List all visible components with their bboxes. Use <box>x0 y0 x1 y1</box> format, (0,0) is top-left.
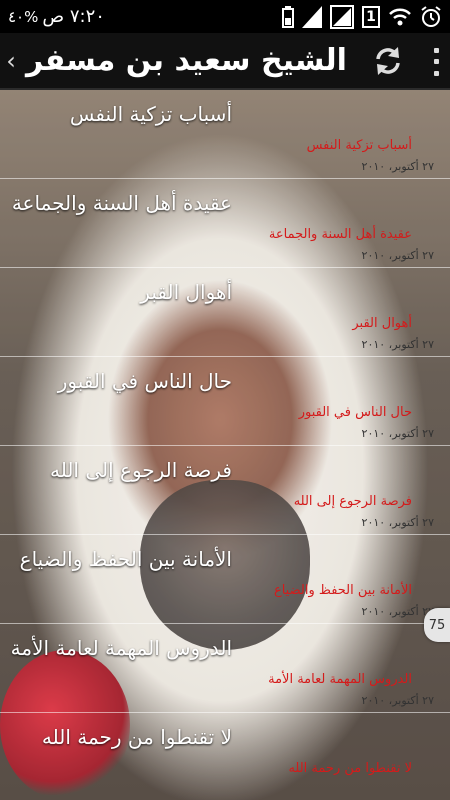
list-item[interactable]: الدروس المهمة لعامة الأمة الدروس المهمة … <box>0 624 450 713</box>
item-date: ٢٧ أكتوبر، ٢٠١٠ <box>361 516 434 529</box>
refresh-button[interactable] <box>370 43 406 79</box>
battery-icon <box>282 5 294 28</box>
status-bar: ٧:٢٠ ص %٤٠ 1 <box>0 0 450 33</box>
overflow-menu-button[interactable] <box>426 45 446 79</box>
item-date: ٢٧ أكتوبر، ٢٠١٠ <box>361 160 434 173</box>
item-subtitle: الأمانة بين الحفظ والضياع <box>273 583 412 598</box>
item-date: ٢٧ أكتوبر، ٢٠١٠ <box>361 694 434 707</box>
battery-percent: %٤٠ <box>8 7 39 26</box>
lecture-list-screen: أسباب تزكية النفس أسباب تزكية النفس ٢٧ أ… <box>0 90 450 800</box>
item-title: فرصة الرجوع إلى الله <box>49 458 232 482</box>
no-signal-icon <box>330 4 354 29</box>
item-date: ٢٧ أكتوبر، ٢٠١٠ <box>361 605 434 618</box>
item-date: ٢٧ أكتوبر، ٢٠١٠ <box>361 249 434 262</box>
item-subtitle: الدروس المهمة لعامة الأمة <box>268 672 412 687</box>
list-item[interactable]: فرصة الرجوع إلى الله فرصة الرجوع إلى الل… <box>0 446 450 535</box>
list-item[interactable]: الأمانة بين الحفظ والضياع الأمانة بين ال… <box>0 535 450 624</box>
lecture-list: أسباب تزكية النفس أسباب تزكية النفس ٢٧ أ… <box>0 90 450 800</box>
action-bar: ‹ الشيخ سعيد بن مسفر <box>0 33 450 90</box>
item-title: حال الناس في القبور <box>57 369 232 393</box>
list-item[interactable]: أهوال القبر أهوال القبر ٢٧ أكتوبر، ٢٠١٠ <box>0 268 450 357</box>
item-title: الأمانة بين الحفظ والضياع <box>19 547 232 571</box>
item-title: لا تقنطوا من رحمة الله <box>41 725 232 749</box>
list-item[interactable]: أسباب تزكية النفس أسباب تزكية النفس ٢٧ أ… <box>0 90 450 179</box>
item-title: الدروس المهمة لعامة الأمة <box>10 636 232 660</box>
wifi-icon <box>388 7 412 27</box>
overflow-menu-dot <box>433 59 439 65</box>
item-subtitle: فرصة الرجوع إلى الله <box>293 494 412 509</box>
alarm-icon <box>420 5 442 28</box>
overflow-menu-dot <box>433 70 439 76</box>
item-subtitle: لا تقنطوا من رحمة الله <box>288 761 412 776</box>
list-item[interactable]: عقيدة أهل السنة والجماعة عقيدة أهل السنة… <box>0 179 450 268</box>
item-subtitle: عقيدة أهل السنة والجماعة <box>268 227 412 242</box>
signal-icon <box>302 5 322 28</box>
item-title: أهوال القبر <box>140 280 232 304</box>
list-item[interactable]: لا تقنطوا من رحمة الله لا تقنطوا من رحمة… <box>0 713 450 800</box>
item-date: ٢٧ أكتوبر، ٢٠١٠ <box>361 427 434 440</box>
status-time: ٧:٢٠ ص <box>42 6 105 27</box>
app-title: الشيخ سعيد بن مسفر <box>26 43 347 78</box>
notification-badge: 1 <box>362 5 380 28</box>
item-subtitle: أهوال القبر <box>352 316 412 331</box>
overflow-menu-icon <box>433 48 439 54</box>
list-item[interactable]: حال الناس في القبور حال الناس في القبور … <box>0 357 450 446</box>
chevron-left-icon[interactable]: ‹ <box>0 47 22 75</box>
item-subtitle: أسباب تزكية النفس <box>306 138 412 153</box>
item-title: عقيدة أهل السنة والجماعة <box>11 191 232 215</box>
item-date: ٢٧ أكتوبر، ٢٠١٠ <box>361 338 434 351</box>
status-icons: 1 <box>282 4 442 29</box>
item-subtitle: حال الناس في القبور <box>298 405 412 420</box>
refresh-icon <box>376 47 400 75</box>
status-left: ٧:٢٠ ص %٤٠ <box>8 6 105 27</box>
scroll-position-badge[interactable]: 75 <box>424 608 450 642</box>
item-title: أسباب تزكية النفس <box>69 102 232 126</box>
